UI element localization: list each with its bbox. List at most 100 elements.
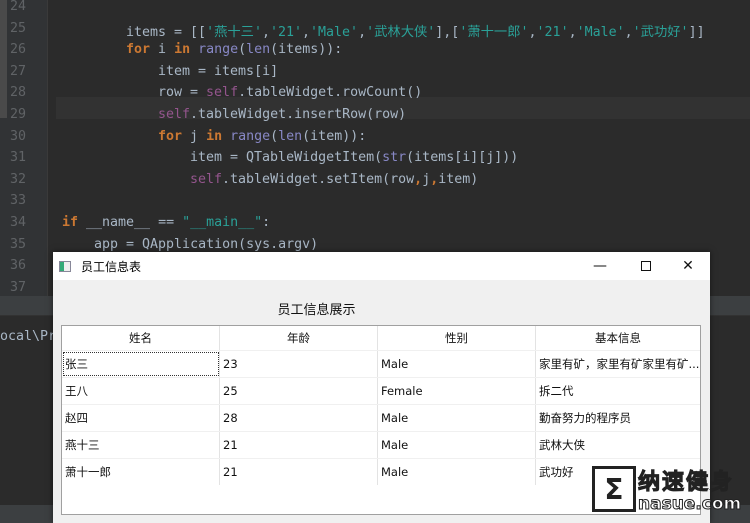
code-token: __name__ == xyxy=(78,215,183,230)
header-info[interactable]: 基本信息 xyxy=(536,326,700,350)
table-row[interactable]: 赵四 28 Male 勤奋努力的程序员 xyxy=(62,404,700,431)
code-token: in xyxy=(206,128,223,144)
code-token: , xyxy=(261,24,270,40)
code-line: item = items[i] xyxy=(158,64,278,86)
line-number: 29 xyxy=(10,107,27,122)
code-token: item) xyxy=(438,171,479,187)
line-number: 24 xyxy=(10,0,27,14)
cell-info[interactable]: 拆二代 xyxy=(536,378,700,404)
code-line: items = [['燕十三','21','Male','武林大侠'],['萧十… xyxy=(126,21,705,43)
line-number: 35 xyxy=(10,236,27,252)
code-token: in xyxy=(174,42,191,58)
title-bar[interactable]: 员工信息表 — ✕ xyxy=(53,252,710,280)
code-token: '萧十一郎' xyxy=(459,24,529,40)
maximize-button[interactable] xyxy=(626,252,666,280)
line-number: 37 xyxy=(10,279,27,295)
close-button[interactable]: ✕ xyxy=(668,252,708,280)
table-row[interactable]: 萧十一郎 21 Male 武功好 xyxy=(62,458,700,485)
cell-info[interactable]: 家里有矿，家里有矿家里有矿... xyxy=(536,351,700,377)
header-gender[interactable]: 性别 xyxy=(378,326,536,350)
cell-gender[interactable]: Male xyxy=(378,432,536,458)
code-token: for xyxy=(158,128,183,144)
cell-gender[interactable]: Male xyxy=(378,351,536,377)
line-number: 27 xyxy=(10,63,27,79)
cell-name[interactable]: 张三 xyxy=(62,351,220,377)
cell-name[interactable]: 萧十一郎 xyxy=(62,459,220,485)
code-token: self xyxy=(158,107,191,122)
cell-gender[interactable]: Male xyxy=(378,459,536,485)
line-number: 32 xyxy=(10,171,27,187)
cell-age[interactable]: 28 xyxy=(220,405,378,431)
line-number: 34 xyxy=(10,215,27,230)
minimize-icon: — xyxy=(593,258,607,274)
cell-info[interactable]: 武功好 xyxy=(536,459,700,485)
code-token: '21' xyxy=(536,24,569,40)
cell-name[interactable]: 王八 xyxy=(62,378,220,404)
line-gutter: 24 25 26 27 28 29 30 31 32 33 34 35 36 37 xyxy=(0,0,48,296)
minimize-button[interactable]: — xyxy=(580,252,620,280)
code-token: item = QTableWidgetItem( xyxy=(190,150,383,166)
code-token: , xyxy=(414,171,423,187)
code-line: for j in range(len(item)): xyxy=(158,129,366,151)
cell-gender[interactable]: Male xyxy=(378,405,536,431)
cell-name[interactable]: 燕十三 xyxy=(62,432,220,458)
cell-gender[interactable]: Female xyxy=(378,378,536,404)
code-token: app = QApplication(sys.argv) xyxy=(94,236,319,252)
code-token: range xyxy=(198,42,239,58)
code-line: self.tableWidget.setItem(row,j,item) xyxy=(190,172,478,194)
cell-age[interactable]: 21 xyxy=(220,459,378,485)
window-title: 员工信息表 xyxy=(81,259,142,274)
code-token: ( xyxy=(238,42,247,58)
code-token: .tableWidget.insertRow(row) xyxy=(190,107,407,122)
cell-name[interactable]: 赵四 xyxy=(62,405,220,431)
line-number: 28 xyxy=(10,85,27,101)
code-token: i xyxy=(150,42,175,58)
code-token: '21' xyxy=(269,24,303,40)
code-token: 'Male' xyxy=(310,24,359,40)
cell-info[interactable]: 勤奋努力的程序员 xyxy=(536,405,700,431)
code-token: '武功好' xyxy=(632,24,689,40)
table-row[interactable]: 王八 25 Female 拆二代 xyxy=(62,377,700,404)
code-token: len xyxy=(278,128,303,144)
header-name[interactable]: 姓名 xyxy=(62,326,220,350)
maximize-icon xyxy=(641,261,651,271)
code-line: for i in range(len(items)): xyxy=(126,42,342,64)
code-token: (item)): xyxy=(302,128,367,144)
code-token: self xyxy=(206,85,239,101)
code-token: item = items[i] xyxy=(158,63,279,79)
code-token: (items)): xyxy=(270,42,343,58)
code-token: '燕十三' xyxy=(206,24,262,40)
close-icon: ✕ xyxy=(682,258,694,274)
cell-age[interactable]: 25 xyxy=(220,378,378,404)
code-line: self.tableWidget.insertRow(row) xyxy=(158,107,406,129)
employee-info-window: 员工信息表 — ✕ 员工信息展示 姓名 年龄 性别 基本信息 张三 23 Male 家… xyxy=(53,252,710,523)
code-token: , xyxy=(624,24,633,40)
employee-table[interactable]: 姓名 年龄 性别 基本信息 张三 23 Male 家里有矿，家里有矿家里有矿... 王八… xyxy=(61,325,701,515)
code-token: ],[ xyxy=(435,24,460,40)
code-token: j xyxy=(182,128,207,144)
code-token: ( xyxy=(270,128,279,144)
code-token: 'Male' xyxy=(576,24,625,40)
cell-age[interactable]: 23 xyxy=(220,351,378,377)
code-token: j xyxy=(422,171,431,187)
table-row[interactable]: 张三 23 Male 家里有矿，家里有矿家里有矿... xyxy=(62,350,700,377)
header-age[interactable]: 年龄 xyxy=(220,326,378,350)
code-token: range xyxy=(230,128,271,144)
code-token: ]] xyxy=(688,24,705,40)
scroll-marker[interactable] xyxy=(0,0,7,118)
code-token: , xyxy=(358,24,367,40)
code-token: if xyxy=(62,215,79,230)
code-token: "__main__" xyxy=(182,215,263,230)
app-icon xyxy=(59,260,71,272)
code-token: , xyxy=(302,24,311,40)
code-token: .tableWidget.rowCount() xyxy=(238,85,423,101)
line-number: 33 xyxy=(10,193,27,209)
code-token: self xyxy=(190,171,223,187)
cell-info[interactable]: 武林大侠 xyxy=(536,432,700,458)
line-number: 30 xyxy=(10,128,27,144)
table-row[interactable]: 燕十三 21 Male 武林大侠 xyxy=(62,431,700,458)
code-line: item = QTableWidgetItem(str(items[i][j])… xyxy=(190,150,518,172)
cell-age[interactable]: 21 xyxy=(220,432,378,458)
